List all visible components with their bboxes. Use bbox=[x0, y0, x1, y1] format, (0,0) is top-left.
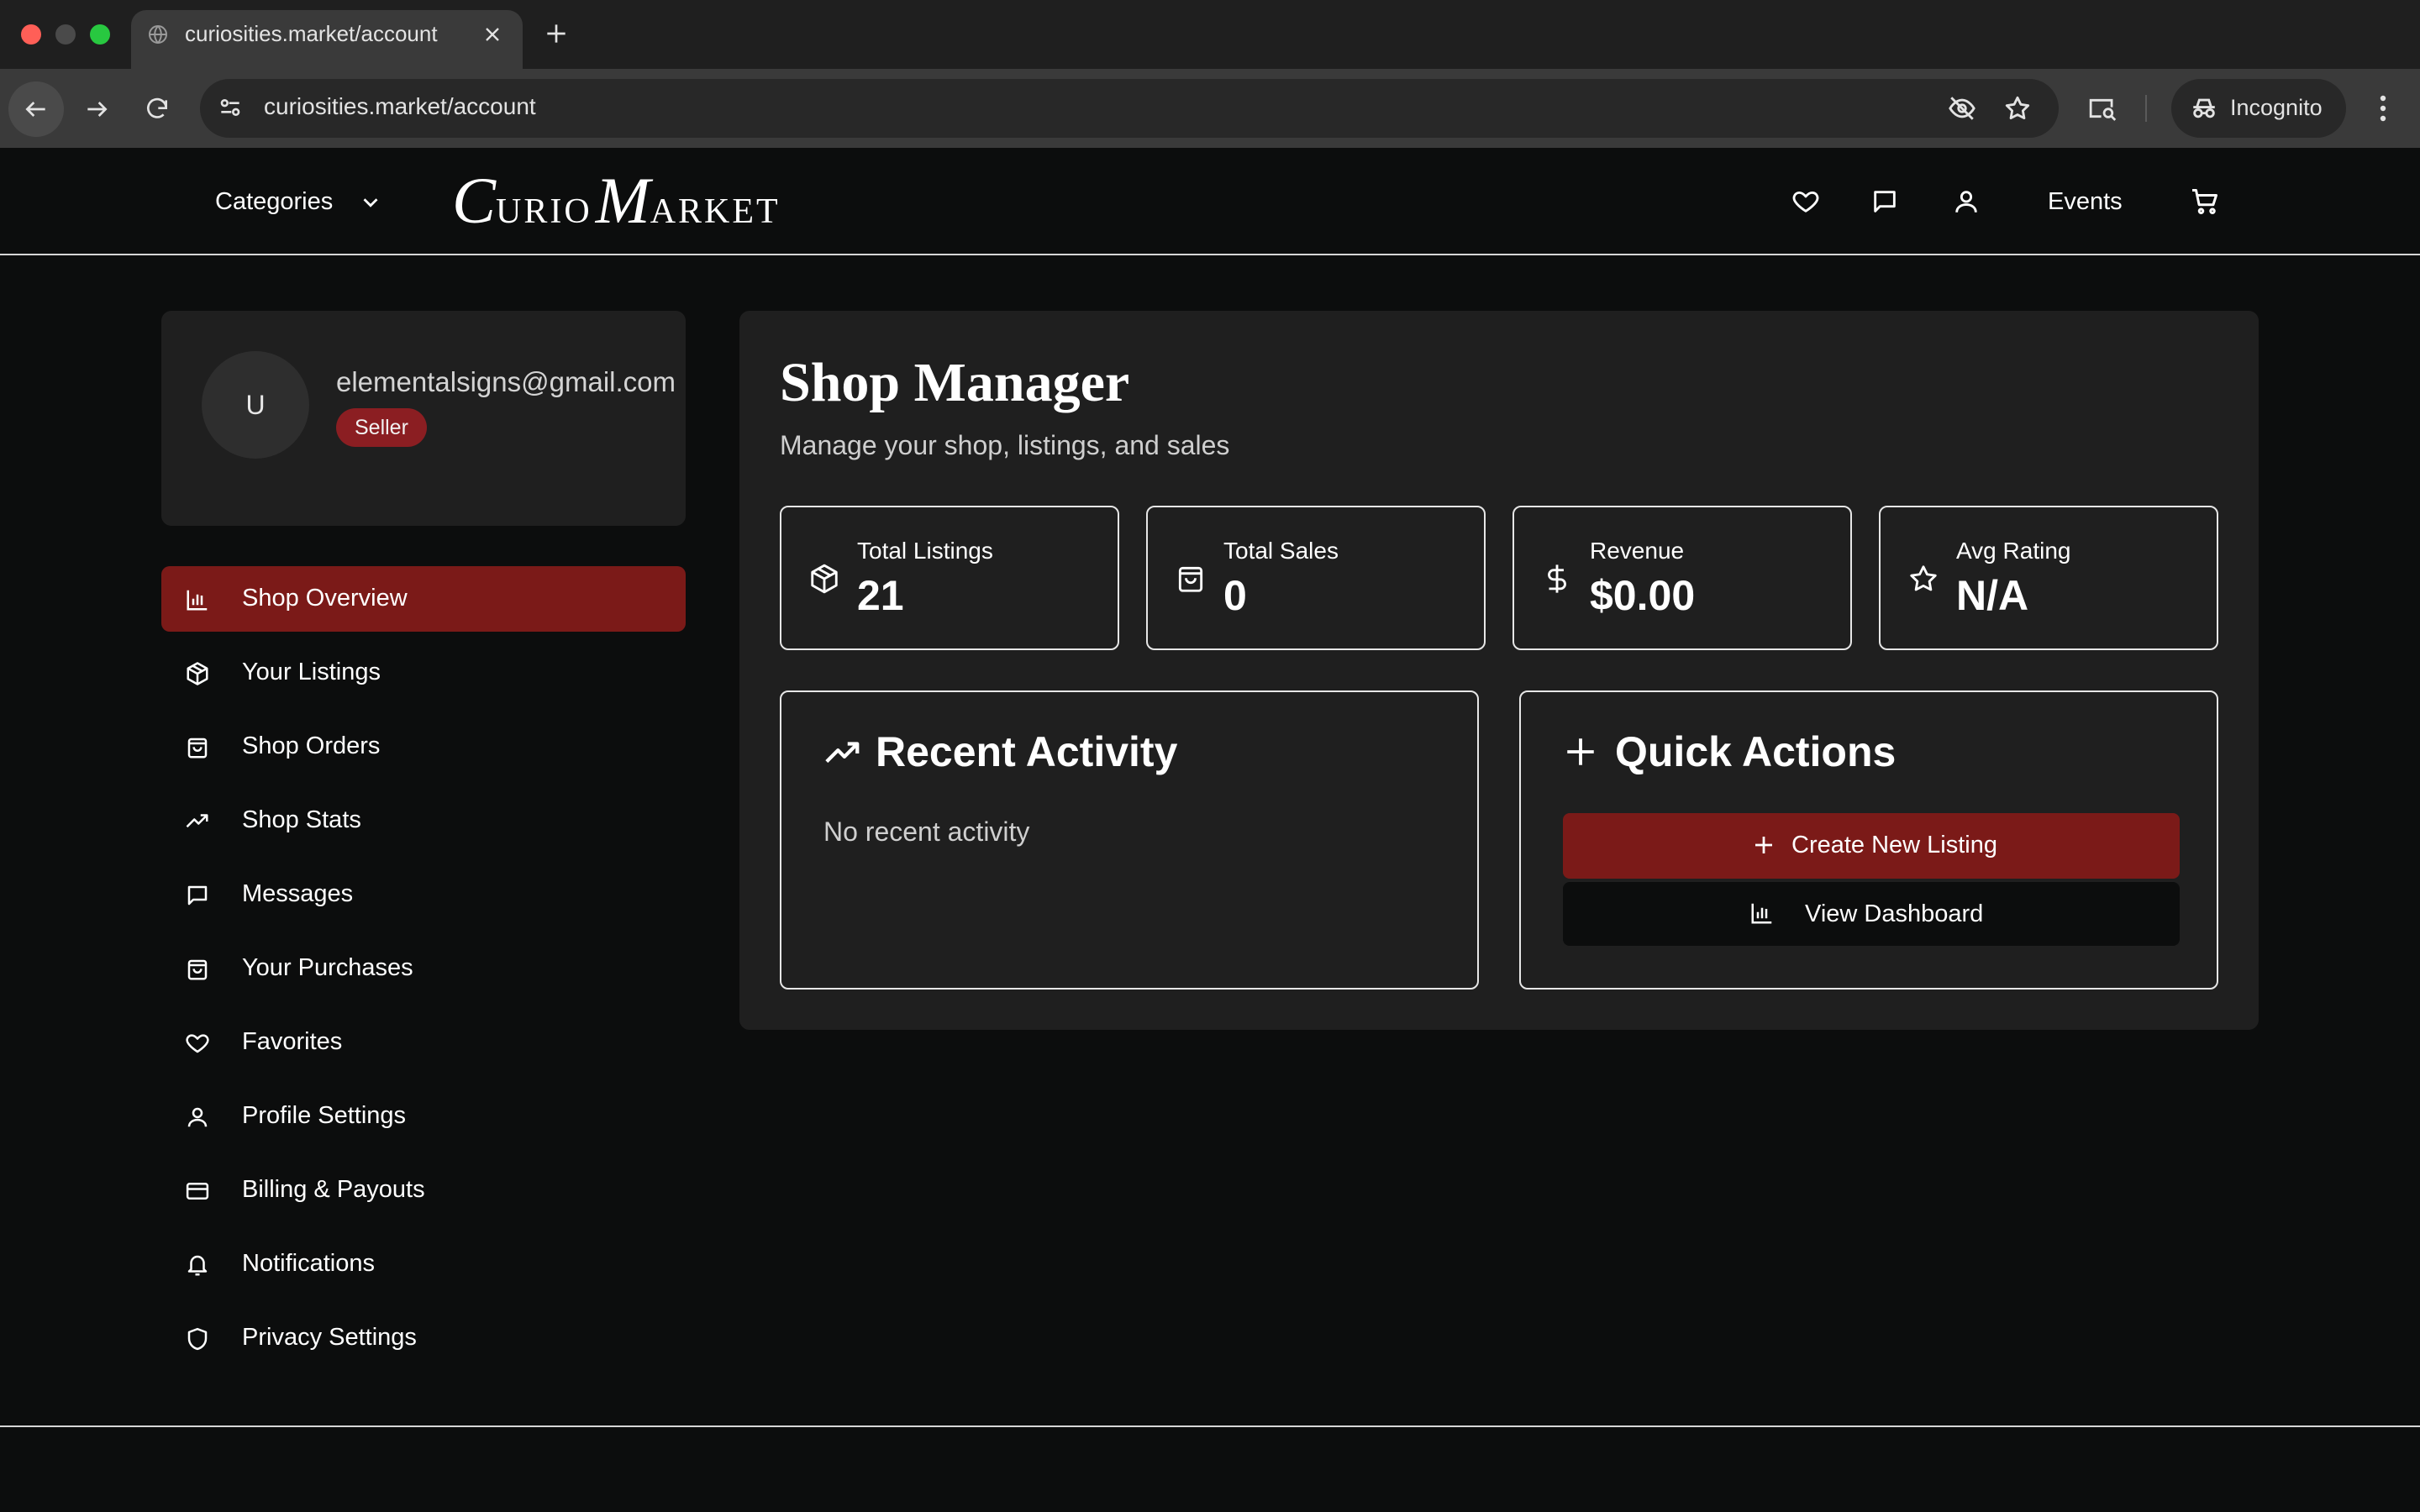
window-close-button[interactable] bbox=[21, 24, 41, 45]
sidebar-item-profile-settings[interactable]: Profile Settings bbox=[161, 1084, 686, 1149]
sidebar-item-messages[interactable]: Messages bbox=[161, 862, 686, 927]
sidebar-item-label: Profile Settings bbox=[242, 1102, 407, 1129]
bookmark-star-icon[interactable] bbox=[2003, 94, 2032, 123]
sidebar-item-label: Billing & Payouts bbox=[242, 1176, 425, 1203]
globe-icon bbox=[148, 24, 168, 45]
credit-card-icon bbox=[185, 1179, 210, 1204]
sidebar-item-your-listings[interactable]: Your Listings bbox=[161, 640, 686, 706]
quick-actions-card: Quick Actions Create New Listing View Da… bbox=[1519, 690, 2218, 990]
trending-up-icon bbox=[185, 809, 210, 834]
heart-icon[interactable] bbox=[1791, 187, 1821, 216]
site-settings-icon[interactable] bbox=[217, 94, 244, 121]
close-tab-icon[interactable] bbox=[481, 23, 504, 46]
package-icon bbox=[808, 563, 840, 595]
sidebar-item-privacy-settings[interactable]: Privacy Settings bbox=[161, 1305, 686, 1371]
sidebar-item-shop-overview[interactable]: Shop Overview bbox=[161, 566, 686, 632]
bar-chart-icon bbox=[185, 587, 210, 612]
star-icon bbox=[1907, 563, 1939, 595]
sidebar-item-billing-payouts[interactable]: Billing & Payouts bbox=[161, 1158, 686, 1223]
shield-icon bbox=[185, 1326, 210, 1352]
eye-off-icon[interactable] bbox=[1948, 94, 1976, 123]
recent-activity-card: Recent Activity No recent activity bbox=[780, 690, 1479, 990]
sidebar-item-shop-stats[interactable]: Shop Stats bbox=[161, 788, 686, 853]
incognito-icon bbox=[2190, 94, 2218, 123]
create-listing-button[interactable]: Create New Listing bbox=[1563, 813, 2180, 879]
plus-icon bbox=[1751, 832, 1776, 858]
page-subtitle: Manage your shop, listings, and sales bbox=[780, 430, 1230, 460]
sidebar-item-label: Notifications bbox=[242, 1250, 375, 1277]
stat-card-total-listings: Total Listings 21 bbox=[780, 506, 1119, 650]
page-title: Shop Manager bbox=[780, 352, 1130, 413]
status-badge: Seller bbox=[336, 408, 427, 447]
plus-icon bbox=[1563, 734, 1598, 769]
footer-divider bbox=[0, 1425, 2420, 1427]
categories-button[interactable]: Categories bbox=[215, 188, 333, 216]
chevron-down-icon bbox=[358, 190, 383, 215]
stat-value: N/A bbox=[1956, 572, 2029, 619]
package-icon bbox=[185, 661, 210, 686]
stat-card-avg-rating: Avg Rating N/A bbox=[1879, 506, 2218, 650]
empty-state-text: No recent activity bbox=[823, 816, 1030, 847]
incognito-label: Incognito bbox=[2230, 95, 2323, 120]
shopping-bag-icon bbox=[185, 957, 210, 982]
forward-arrow-icon[interactable] bbox=[83, 96, 110, 123]
url-text[interactable]: curiosities.market/account bbox=[264, 93, 536, 120]
recent-activity-title: Recent Activity bbox=[876, 728, 1178, 775]
stat-value: 0 bbox=[1223, 572, 1247, 619]
message-icon[interactable] bbox=[1870, 187, 1899, 216]
profile-card: U elementalsigns@gmail.com Seller bbox=[161, 311, 686, 526]
toolbar-separator bbox=[2145, 95, 2147, 122]
stat-value: 21 bbox=[857, 572, 904, 619]
cart-icon[interactable] bbox=[2190, 186, 2220, 217]
user-icon[interactable] bbox=[1952, 187, 1981, 216]
sidebar-item-label: Your Listings bbox=[242, 659, 381, 685]
sidebar-item-your-purchases[interactable]: Your Purchases bbox=[161, 936, 686, 1001]
sidebar-item-notifications[interactable]: Notifications bbox=[161, 1231, 686, 1297]
stat-card-total-sales: Total Sales 0 bbox=[1146, 506, 1486, 650]
view-dashboard-button[interactable]: View Dashboard bbox=[1563, 882, 2180, 946]
shopping-bag-icon bbox=[185, 735, 210, 760]
window-minimize-button[interactable] bbox=[55, 24, 76, 45]
sidebar-item-label: Shop Overview bbox=[242, 585, 408, 612]
categories-label: Categories bbox=[215, 188, 334, 215]
sidebar-item-label: Shop Stats bbox=[242, 806, 361, 833]
stat-label: Avg Rating bbox=[1956, 538, 2071, 564]
bell-icon bbox=[185, 1252, 210, 1278]
stat-label: Revenue bbox=[1590, 538, 1685, 564]
sidebar-item-label: Shop Orders bbox=[242, 732, 381, 759]
message-icon bbox=[185, 883, 210, 908]
search-tabs-icon[interactable] bbox=[2087, 94, 2118, 123]
quick-actions-title: Quick Actions bbox=[1615, 728, 1897, 775]
new-tab-icon[interactable] bbox=[543, 20, 570, 47]
stat-label: Total Listings bbox=[857, 538, 993, 564]
stat-label: Total Sales bbox=[1223, 538, 1339, 564]
sidebar-item-label: Messages bbox=[242, 880, 354, 907]
heart-icon bbox=[185, 1031, 210, 1056]
create-listing-label: Create New Listing bbox=[1791, 832, 1997, 858]
stat-value: $0.00 bbox=[1590, 572, 1696, 619]
sidebar-item-label: Favorites bbox=[242, 1028, 343, 1055]
avatar: U bbox=[202, 351, 309, 459]
trending-up-icon bbox=[823, 734, 862, 773]
sidebar-item-shop-orders[interactable]: Shop Orders bbox=[161, 714, 686, 780]
window-maximize-button[interactable] bbox=[90, 24, 110, 45]
site-logo[interactable]: CURIO MARKET bbox=[452, 163, 781, 239]
user-icon bbox=[185, 1105, 210, 1130]
sidebar-item-label: Privacy Settings bbox=[242, 1324, 417, 1351]
events-link[interactable]: Events bbox=[2048, 188, 2123, 216]
view-dashboard-label: View Dashboard bbox=[1805, 900, 1984, 927]
user-email: elementalsigns@gmail.com bbox=[336, 366, 676, 397]
bar-chart-icon bbox=[1749, 900, 1775, 926]
reload-icon[interactable] bbox=[144, 96, 171, 123]
sidebar-item-favorites[interactable]: Favorites bbox=[161, 1010, 686, 1075]
stat-card-revenue: Revenue $0.00 bbox=[1512, 506, 1852, 650]
back-arrow-icon[interactable] bbox=[23, 96, 50, 123]
shopping-bag-icon bbox=[1175, 563, 1207, 595]
browser-menu-icon[interactable] bbox=[2370, 92, 2396, 124]
tab-title: curiosities.market/account bbox=[185, 21, 438, 46]
sidebar-item-label: Your Purchases bbox=[242, 954, 413, 981]
dollar-icon bbox=[1541, 563, 1573, 595]
